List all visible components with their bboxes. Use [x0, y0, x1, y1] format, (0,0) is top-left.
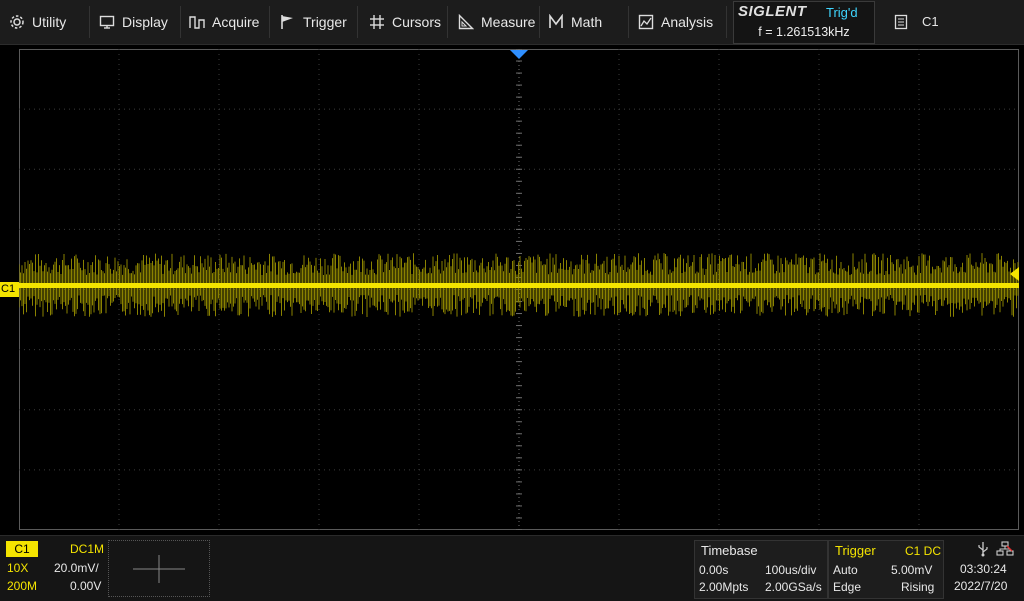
ch1-badge: C1	[6, 541, 38, 557]
ch1-info-panel[interactable]: C1 DC1M 10X 20.0mV/ 200M 0.00V	[4, 540, 104, 596]
menu-acquire[interactable]: Acquire	[189, 0, 259, 43]
timebase-scale: 100us/div	[765, 563, 817, 577]
brand-status-box: SIGLENT Trig'd f = 1.261513kHz	[733, 1, 875, 44]
channel-select[interactable]: C1	[880, 0, 1024, 43]
trigger-source: C1 DC	[905, 544, 942, 558]
menu-cursors-label: Cursors	[392, 13, 442, 30]
waveform-display[interactable]	[19, 49, 1019, 530]
menu-cursors[interactable]: Cursors	[369, 0, 441, 43]
ch1-bandwidth: 200M	[7, 579, 38, 593]
trigger-level: 5.00mV	[891, 563, 933, 577]
menu-bar: Utility Display Acquire Trigger Cursors …	[0, 0, 1024, 45]
math-m-icon	[548, 13, 564, 30]
ch1-offset-marker[interactable]: C1	[0, 282, 19, 297]
network-disconnected-icon	[996, 541, 1014, 562]
gear-icon	[9, 14, 25, 30]
cursors-crosshair-icon	[369, 14, 385, 30]
timebase-memory: 2.00Mpts	[699, 580, 749, 594]
ruler-triangle-icon	[458, 13, 474, 30]
menu-display-label: Display	[122, 13, 168, 30]
menu-measure-label: Measure	[481, 13, 536, 30]
document-list-icon	[894, 14, 908, 30]
menu-measure[interactable]: Measure	[458, 0, 535, 43]
timebase-title: Timebase	[701, 543, 758, 558]
menu-utility[interactable]: Utility	[9, 0, 66, 43]
timebase-panel[interactable]: Timebase 0.00s 100us/div 2.00Mpts 2.00GS…	[694, 540, 828, 599]
menu-trigger[interactable]: Trigger	[280, 0, 347, 43]
timebase-delay: 0.00s	[699, 563, 729, 577]
menu-math-label: Math	[571, 13, 603, 30]
ch1-probe: 10X	[7, 561, 29, 575]
menu-utility-label: Utility	[32, 13, 67, 30]
ch1-scale: 20.0mV/	[54, 561, 99, 575]
trigger-status: Trig'd	[826, 5, 858, 20]
trigger-type: Edge	[833, 580, 862, 594]
analysis-chart-icon	[638, 14, 654, 30]
menu-analysis[interactable]: Analysis	[638, 0, 713, 43]
clock-time: 03:30:24	[960, 562, 1007, 576]
trigger-slope: Rising	[901, 580, 935, 594]
add-channel-slot[interactable]	[108, 540, 210, 597]
frequency-readout: f = 1.261513kHz	[758, 25, 850, 39]
menu-display[interactable]: Display	[99, 0, 168, 43]
clock-panel: 03:30:24 2022/7/20	[944, 540, 1024, 597]
menu-trigger-label: Trigger	[303, 13, 347, 30]
monitor-icon	[99, 14, 115, 30]
plus-icon	[133, 555, 185, 583]
clock-date: 2022/7/20	[954, 579, 1008, 593]
usb-icon	[976, 541, 990, 562]
menu-math[interactable]: Math	[548, 0, 602, 43]
menu-acquire-label: Acquire	[212, 13, 260, 30]
trigger-panel[interactable]: Trigger C1 DC Auto 5.00mV Edge Rising	[828, 540, 944, 599]
flag-icon	[280, 14, 296, 30]
brand-logo: SIGLENT	[738, 3, 807, 20]
ch1-coupling: DC1M	[70, 542, 105, 556]
ch1-offset: 0.00V	[70, 579, 102, 593]
acquire-pulse-icon	[189, 14, 205, 30]
trigger-title: Trigger	[835, 543, 876, 558]
timebase-sample-rate: 2.00GSa/s	[765, 580, 822, 594]
menu-analysis-label: Analysis	[661, 13, 714, 30]
trigger-mode: Auto	[833, 563, 858, 577]
waveform-trace	[19, 283, 1019, 288]
ch1-offset-marker-label: C1	[1, 283, 16, 295]
channel-select-label: C1	[922, 14, 939, 29]
